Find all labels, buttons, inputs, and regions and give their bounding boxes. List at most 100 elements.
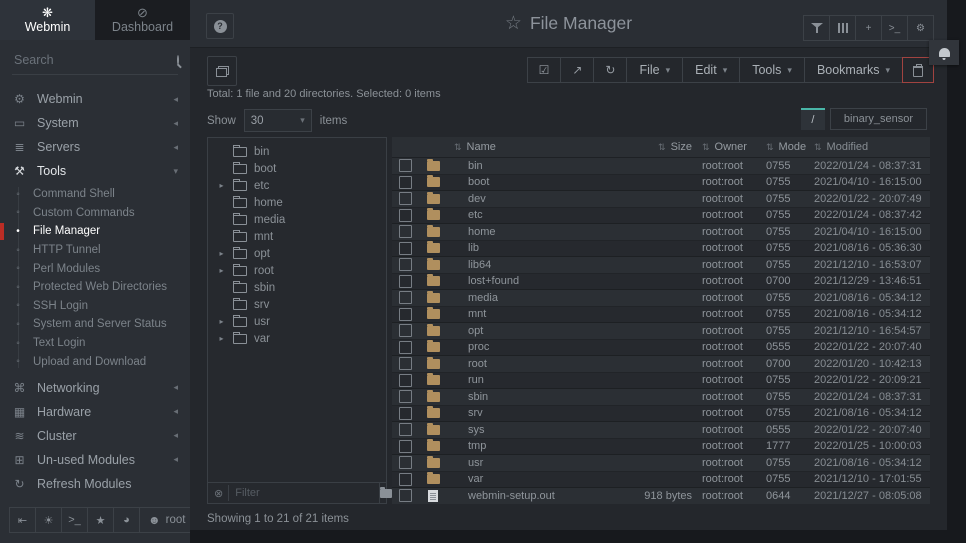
sidebar-item-http-tunnel[interactable]: ◦HTTP Tunnel xyxy=(0,241,190,260)
sort-icon[interactable]: ⇅ xyxy=(814,142,822,153)
sidebar-item-webmin[interactable]: ⚙Webmin◂ xyxy=(0,87,190,111)
table-row-home[interactable]: homeroot:root07552021/04/10 - 16:15:00 xyxy=(392,224,930,241)
tree-item-usr[interactable]: ▸usr xyxy=(208,313,386,330)
sidebar-item-networking[interactable]: ⌘Networking◂ xyxy=(0,376,190,400)
tree-expand-icon[interactable]: ▸ xyxy=(217,181,226,190)
menu-bookmarks[interactable]: Bookmarks▾ xyxy=(804,57,903,83)
file-name[interactable]: bin xyxy=(448,160,604,172)
file-name[interactable]: lib xyxy=(448,242,604,254)
row-checkbox[interactable] xyxy=(399,440,412,453)
language-button[interactable]: ◕ xyxy=(113,507,140,533)
filter-button[interactable] xyxy=(803,15,830,41)
table-row-opt[interactable]: optroot:root07552021/12/10 - 16:54:57 xyxy=(392,323,930,340)
tree-item-boot[interactable]: boot xyxy=(208,160,386,177)
favorite-star-icon[interactable]: ☆ xyxy=(505,12,522,35)
user-button[interactable]: ☻root xyxy=(139,507,190,533)
file-name[interactable]: media xyxy=(448,292,604,304)
row-checkbox[interactable] xyxy=(399,324,412,337)
tree-item-bin[interactable]: bin xyxy=(208,143,386,160)
terminal-button[interactable]: >_ xyxy=(881,15,908,41)
search-input[interactable] xyxy=(12,52,177,68)
favorites-button[interactable]: ★ xyxy=(87,507,114,533)
table-row-dev[interactable]: devroot:root07552022/01/22 - 20:07:49 xyxy=(392,191,930,208)
row-checkbox[interactable] xyxy=(399,308,412,321)
table-row-boot[interactable]: bootroot:root07552021/04/10 - 16:15:00 xyxy=(392,175,930,192)
row-checkbox[interactable] xyxy=(399,473,412,486)
sidebar-item-un-used-modules[interactable]: ⊞Un-used Modules◂ xyxy=(0,448,190,472)
tree-filter-input[interactable] xyxy=(228,485,379,501)
tree-item-etc[interactable]: ▸etc xyxy=(208,177,386,194)
row-checkbox[interactable] xyxy=(399,225,412,238)
menu-file[interactable]: File▾ xyxy=(626,57,683,83)
sort-icon[interactable]: ⇅ xyxy=(766,142,774,153)
tree-expand-icon[interactable]: ▸ xyxy=(217,249,226,258)
file-name[interactable]: root xyxy=(448,358,604,370)
file-name[interactable]: proc xyxy=(448,341,604,353)
table-row-srv[interactable]: srvroot:root07552021/08/16 - 05:34:12 xyxy=(392,406,930,423)
sort-icon[interactable]: ⇅ xyxy=(454,142,462,153)
copy-path-button[interactable] xyxy=(207,56,237,86)
app-tab-webmin[interactable]: ❋Webmin xyxy=(0,0,95,40)
file-name[interactable]: lost+found xyxy=(448,275,604,287)
table-row-tmp[interactable]: tmproot:root17772022/01/25 - 10:00:03 xyxy=(392,439,930,456)
row-checkbox[interactable] xyxy=(399,176,412,189)
page-size-select[interactable]: 30 ▾ xyxy=(244,109,312,132)
row-checkbox[interactable] xyxy=(399,341,412,354)
sidebar-item-file-manager[interactable]: •File Manager xyxy=(0,222,190,241)
row-checkbox[interactable] xyxy=(399,423,412,436)
row-checkbox[interactable] xyxy=(399,374,412,387)
table-row-lost-found[interactable]: lost+foundroot:root07002021/12/29 - 13:4… xyxy=(392,274,930,291)
row-checkbox[interactable] xyxy=(399,258,412,271)
sort-icon[interactable]: ⇅ xyxy=(658,142,666,153)
collapse-sidebar-button[interactable]: ⇤ xyxy=(9,507,36,533)
tree-item-srv[interactable]: srv xyxy=(208,296,386,313)
sidebar-item-text-login[interactable]: ◦Text Login xyxy=(0,334,190,353)
open-shell-button[interactable]: >_ xyxy=(61,507,88,533)
row-checkbox[interactable] xyxy=(399,275,412,288)
file-name[interactable]: dev xyxy=(448,193,604,205)
sidebar-item-servers[interactable]: ≣Servers◂ xyxy=(0,135,190,159)
table-row-usr[interactable]: usrroot:root07552021/08/16 - 05:34:12 xyxy=(392,455,930,472)
notifications-tab[interactable] xyxy=(929,40,959,65)
row-checkbox[interactable] xyxy=(399,357,412,370)
refresh-button[interactable]: ↻ xyxy=(593,57,627,83)
app-tab-dashboard[interactable]: ⊘Dashboard xyxy=(95,0,190,40)
sidebar-item-upload-and-download[interactable]: ◦Upload and Download xyxy=(0,352,190,371)
row-checkbox[interactable] xyxy=(399,192,412,205)
file-name[interactable]: opt xyxy=(448,325,604,337)
table-row-webmin-setup-out[interactable]: webmin-setup.out918 bytesroot:root064420… xyxy=(392,488,930,504)
select-mode-button[interactable]: ☑ xyxy=(527,57,562,83)
tree-item-sbin[interactable]: sbin xyxy=(208,279,386,296)
row-checkbox[interactable] xyxy=(399,242,412,255)
tree-expand-icon[interactable]: ▸ xyxy=(217,317,226,326)
table-row-mnt[interactable]: mntroot:root07552021/08/16 - 05:34:12 xyxy=(392,307,930,324)
breadcrumb-root[interactable]: / xyxy=(801,108,825,130)
file-name[interactable]: etc xyxy=(448,209,604,221)
clear-filter-icon[interactable]: ⊗ xyxy=(214,487,223,500)
row-checkbox[interactable] xyxy=(399,407,412,420)
sidebar-item-command-shell[interactable]: ◦Command Shell xyxy=(0,185,190,204)
row-checkbox[interactable] xyxy=(399,159,412,172)
file-name[interactable]: srv xyxy=(448,407,604,419)
table-row-sbin[interactable]: sbinroot:root07552022/01/24 - 08:37:31 xyxy=(392,389,930,406)
file-name[interactable]: sbin xyxy=(448,391,604,403)
row-checkbox[interactable] xyxy=(399,390,412,403)
row-checkbox[interactable] xyxy=(399,209,412,222)
file-name[interactable]: run xyxy=(448,374,604,386)
sidebar-item-cluster[interactable]: ≋Cluster◂ xyxy=(0,424,190,448)
tree-item-mnt[interactable]: mnt xyxy=(208,228,386,245)
table-row-lib[interactable]: libroot:root07552021/08/16 - 05:36:30 xyxy=(392,241,930,258)
table-row-bin[interactable]: binroot:root07552022/01/24 - 08:37:31 xyxy=(392,158,930,175)
row-checkbox[interactable] xyxy=(399,456,412,469)
file-name[interactable]: boot xyxy=(448,176,604,188)
add-button[interactable]: + xyxy=(855,15,882,41)
tree-item-var[interactable]: ▸var xyxy=(208,330,386,347)
menu-edit[interactable]: Edit▾ xyxy=(682,57,740,83)
file-name[interactable]: lib64 xyxy=(448,259,604,271)
help-button[interactable]: ? xyxy=(206,13,234,39)
row-checkbox[interactable] xyxy=(399,291,412,304)
sidebar-item-protected-web-directories[interactable]: ◦Protected Web Directories xyxy=(0,278,190,297)
tree-item-opt[interactable]: ▸opt xyxy=(208,245,386,262)
columns-button[interactable] xyxy=(829,15,856,41)
file-name[interactable]: usr xyxy=(448,457,604,469)
